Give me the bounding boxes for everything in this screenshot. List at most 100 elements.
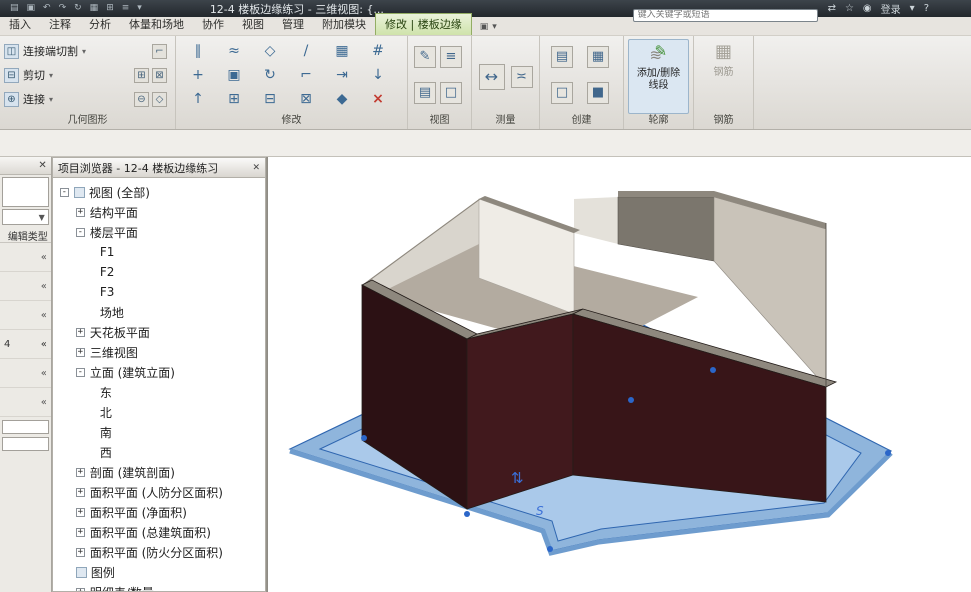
param-input[interactable] (2, 420, 49, 434)
favorites-icon[interactable]: ☆ (845, 3, 854, 14)
thin-lines-icon[interactable]: ≡ (440, 46, 462, 68)
help-icon[interactable]: ? (924, 3, 929, 14)
expand-toggle[interactable]: + (76, 468, 85, 477)
tree-item-floor-plans[interactable]: - 楼层平面 (53, 222, 265, 242)
param-input[interactable] (2, 437, 49, 451)
slab-edge-handle[interactable] (464, 511, 470, 517)
cut-apply-icon[interactable]: ⊞ (134, 68, 149, 83)
create-assembly-icon[interactable]: ▦ (587, 46, 609, 68)
split-icon[interactable]: / (295, 41, 317, 61)
profile-flip-icon[interactable]: S (536, 504, 544, 518)
ungroup-icon[interactable]: ⊠ (295, 89, 317, 109)
create-group-icon[interactable]: □ (551, 82, 573, 104)
measure-icon[interactable]: ↔ (479, 64, 505, 90)
tab-view[interactable]: 视图 (233, 14, 273, 35)
move-icon[interactable]: + (187, 65, 209, 85)
back-wall-sliver[interactable] (574, 197, 618, 244)
collapse-icon[interactable]: « (41, 281, 47, 292)
remove-cope-icon[interactable]: ⌐ (152, 44, 167, 59)
create-parts-icon[interactable]: ▤ (551, 46, 573, 68)
edit-type-button[interactable]: 编辑类型 (0, 225, 51, 243)
param-group-row[interactable]: « (0, 301, 51, 330)
expand-toggle[interactable]: + (76, 508, 85, 517)
align-icon[interactable]: ∥ (187, 41, 209, 61)
collapse-icon[interactable]: « (41, 368, 47, 379)
cut-geometry-button[interactable]: ⊟ 剪切 ▾ ⊞ ⊠ (4, 63, 171, 87)
copy-icon[interactable]: ▣ (223, 65, 245, 85)
expand-toggle[interactable]: + (76, 528, 85, 537)
linework-icon[interactable]: ✎ (414, 46, 436, 68)
flip-control-icon[interactable]: ⇅ (511, 469, 524, 487)
drawing-area[interactable]: ⇅ S (267, 157, 971, 592)
trim-icon[interactable]: ⌐ (295, 65, 317, 85)
back-step-wall-gray[interactable] (618, 197, 714, 261)
scale-icon[interactable]: ⊞ (223, 89, 245, 109)
tree-item-structural-plans[interactable]: + 结构平面 (53, 202, 265, 222)
hidden-lines-icon[interactable]: ▤ (414, 82, 436, 104)
join-apply-icon[interactable]: ⊖ (134, 92, 149, 107)
create-similar-icon[interactable]: ■ (587, 82, 609, 104)
slab-edge-handle[interactable] (885, 450, 891, 456)
join-geometry-button[interactable]: ⊕ 连接 ▾ ⊖ ◇ (4, 87, 171, 111)
tab-modify-slab-edge[interactable]: 修改 | 楼板边缘 (375, 13, 472, 35)
array-icon[interactable]: ▦ (331, 41, 353, 61)
delete-icon[interactable]: × (367, 89, 389, 109)
tree-item-east[interactable]: 东 (53, 382, 265, 402)
project-browser-header[interactable]: 项目浏览器 - 12-4 楼板边缘练习 ✕ (52, 157, 266, 178)
param-group-row[interactable]: « (0, 388, 51, 417)
login-button[interactable]: 登录 (881, 1, 901, 16)
expand-toggle[interactable]: + (76, 588, 85, 592)
tree-item-views[interactable]: - 视图 (全部) (53, 182, 265, 202)
expand-toggle[interactable]: + (76, 548, 85, 557)
param-group-row[interactable]: « (0, 243, 51, 272)
add-remove-segments-button[interactable]: ≋ ✎ 添加/删除 线段 (628, 39, 689, 114)
grid-icon[interactable]: # (367, 41, 389, 61)
extend-icon[interactable]: ⇥ (331, 65, 353, 85)
panel-label-profile[interactable]: 轮廓 (624, 114, 693, 129)
tab-massing-site[interactable]: 体量和场地 (120, 14, 193, 35)
tree-item-f3[interactable]: F3 (53, 282, 265, 302)
slab-edge-handle[interactable] (628, 397, 634, 403)
tree-item-ceiling-plans[interactable]: + 天花板平面 (53, 322, 265, 342)
close-icon[interactable]: ✕ (252, 163, 260, 173)
uncut-icon[interactable]: ⊠ (152, 68, 167, 83)
tree-item-elevations[interactable]: - 立面 (建筑立面) (53, 362, 265, 382)
close-windows-icon[interactable]: □ (440, 82, 462, 104)
tree-item-sections[interactable]: + 剖面 (建筑剖面) (53, 462, 265, 482)
panel-label-measure[interactable]: 测量 (472, 114, 539, 129)
expand-toggle[interactable]: - (60, 188, 69, 197)
expand-toggle[interactable]: - (76, 368, 85, 377)
user-icon[interactable]: ◉ (863, 3, 872, 14)
close-icon[interactable]: ✕ (38, 160, 46, 171)
tree-item-area-plans-gross[interactable]: + 面积平面 (总建筑面积) (53, 522, 265, 542)
paint-icon[interactable]: ◆ (331, 89, 353, 109)
type-selector-dropdown[interactable]: ▼ (2, 209, 49, 225)
slab-edge-handle[interactable] (710, 367, 716, 373)
search-input[interactable] (633, 9, 818, 22)
tree-item-area-plans-civil-defense[interactable]: + 面积平面 (人防分区面积) (53, 482, 265, 502)
slab-edge-handle[interactable] (547, 546, 553, 552)
tab-analyze[interactable]: 分析 (80, 14, 120, 35)
tree-item-3d-views[interactable]: + 三维视图 (53, 342, 265, 362)
sync-icon[interactable]: ⇄ (828, 3, 836, 14)
tree-item-schedules[interactable]: + 明细表/数量 (53, 582, 265, 592)
tab-addins[interactable]: 附加模块 (313, 14, 375, 35)
rotate-icon[interactable]: ↻ (259, 65, 281, 85)
panel-label-geometry[interactable]: 几何图形 (0, 114, 175, 129)
ribbon-state-icon[interactable]: ▣ (480, 22, 489, 32)
tree-item-site[interactable]: 场地 (53, 302, 265, 322)
collapse-icon[interactable]: « (41, 339, 47, 350)
panel-label-create[interactable]: 创建 (540, 114, 623, 129)
group-icon[interactable]: ⊟ (259, 89, 281, 109)
tree-item-south[interactable]: 南 (53, 422, 265, 442)
tree-item-north[interactable]: 北 (53, 402, 265, 422)
tree-item-f1[interactable]: F1 (53, 242, 265, 262)
expand-toggle[interactable]: + (76, 348, 85, 357)
panel-label-view[interactable]: 视图 (408, 114, 471, 129)
unjoin-icon[interactable]: ◇ (152, 92, 167, 107)
offset-icon[interactable]: ≈ (223, 41, 245, 61)
expand-toggle[interactable]: - (76, 228, 85, 237)
panel-label-modify[interactable]: 修改 (176, 114, 407, 129)
collapse-icon[interactable]: « (41, 310, 47, 321)
slab-edge-handle[interactable] (361, 435, 367, 441)
